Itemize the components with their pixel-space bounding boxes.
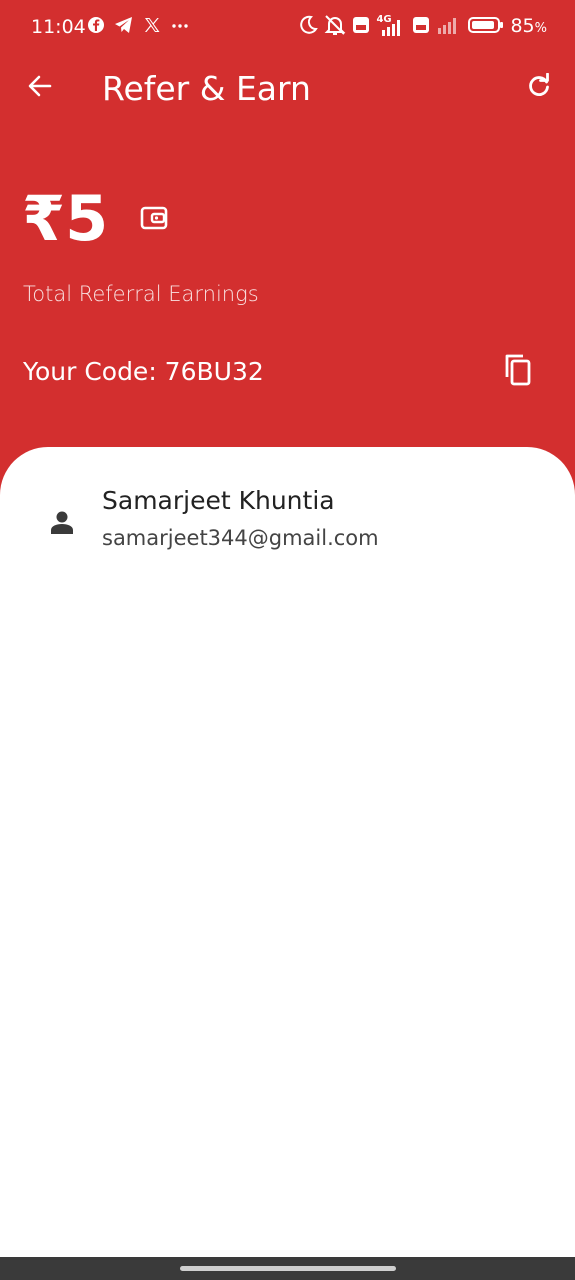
referrals-sheet: Samarjeet Khuntia samarjeet344@gmail.com	[0, 447, 575, 1257]
gesture-handle[interactable]	[180, 1266, 396, 1271]
bell-off-icon	[324, 14, 346, 40]
system-status-icons: 4G 85%	[298, 14, 547, 40]
refresh-icon	[526, 72, 552, 103]
status-time: 11:04	[31, 16, 86, 38]
referral-email: samarjeet344@gmail.com	[102, 526, 379, 550]
person-icon	[47, 507, 77, 537]
arrow-left-icon	[27, 73, 53, 103]
notification-icons	[87, 16, 190, 38]
x-icon	[143, 16, 161, 38]
moon-icon	[298, 14, 319, 40]
battery-icon	[468, 15, 504, 39]
signal-4g-icon: 4G	[376, 14, 406, 38]
wallet-icon	[139, 203, 169, 233]
battery-percentage: 85%	[510, 14, 547, 37]
referral-list-item[interactable]: Samarjeet Khuntia samarjeet344@gmail.com	[0, 475, 575, 565]
facebook-icon	[87, 16, 105, 38]
earnings-label: Total Referral Earnings	[23, 282, 259, 306]
copy-icon	[503, 353, 533, 391]
referral-name: Samarjeet Khuntia	[102, 486, 335, 515]
earnings-amount: ₹5	[22, 182, 109, 255]
volte-icon	[352, 15, 370, 39]
more-dots-icon	[170, 16, 190, 38]
signal-icon	[436, 14, 462, 40]
status-bar: 11:04 4G 85%	[0, 0, 575, 56]
refresh-button[interactable]	[521, 70, 557, 106]
volte-icon	[412, 15, 430, 39]
system-nav-bar	[0, 1257, 575, 1280]
copy-code-button[interactable]	[499, 352, 537, 392]
referral-code: Your Code: 76BU32	[23, 357, 264, 386]
page-title: Refer & Earn	[102, 69, 311, 108]
app-bar: Refer & Earn	[0, 56, 575, 122]
telegram-icon	[114, 16, 134, 38]
back-button[interactable]	[22, 70, 58, 106]
